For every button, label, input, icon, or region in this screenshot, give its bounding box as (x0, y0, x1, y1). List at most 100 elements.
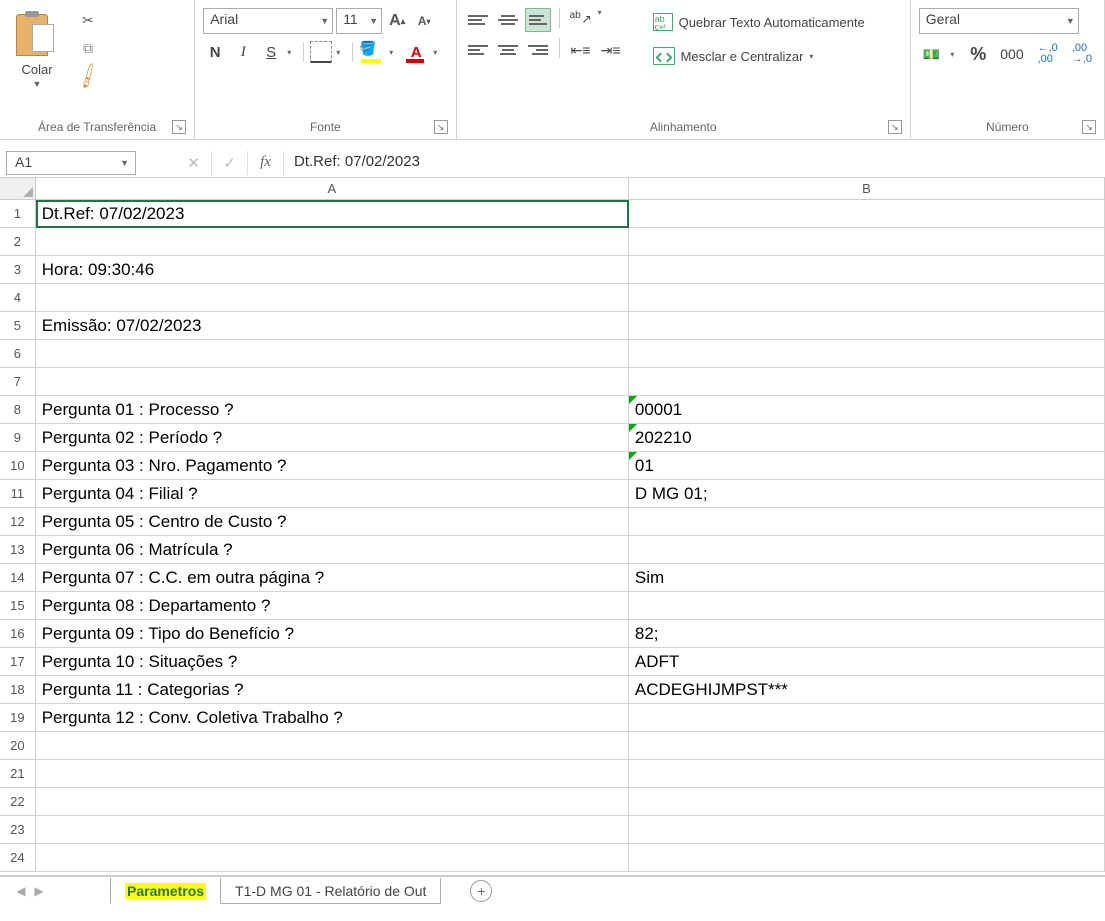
underline-dropdown[interactable]: ▾ (287, 48, 297, 57)
row-header[interactable]: 9 (0, 424, 36, 452)
border-dropdown[interactable]: ▾ (336, 48, 346, 57)
decrease-font-button[interactable]: A▾ (412, 8, 436, 34)
cell[interactable] (629, 508, 1105, 536)
increase-font-button[interactable]: A▴ (385, 8, 409, 34)
merge-dropdown[interactable]: ▾ (809, 52, 819, 61)
cell[interactable]: 202210 (629, 424, 1105, 452)
cell[interactable] (629, 844, 1105, 872)
cell[interactable]: Pergunta 06 : Matrícula ? (36, 536, 629, 564)
cell[interactable]: Sim (629, 564, 1105, 592)
accept-formula-button[interactable]: ✓ (212, 151, 248, 175)
orientation-button[interactable]: ab↗ (568, 8, 594, 32)
comma-style-button[interactable]: 000 (996, 42, 1027, 66)
row-header[interactable]: 23 (0, 816, 36, 844)
align-bottom-button[interactable] (525, 8, 551, 32)
cell[interactable] (629, 368, 1105, 396)
orientation-dropdown[interactable]: ▾ (598, 8, 608, 32)
row-header[interactable]: 3 (0, 256, 36, 284)
row-header[interactable]: 10 (0, 452, 36, 480)
row-header[interactable]: 11 (0, 480, 36, 508)
add-sheet-button[interactable]: + (470, 880, 492, 902)
font-name-select[interactable]: Arial▼ (203, 8, 333, 34)
select-all-corner[interactable] (0, 178, 36, 200)
align-right-button[interactable] (525, 38, 551, 62)
increase-indent-button[interactable]: ⇥≡ (598, 38, 624, 62)
row-header[interactable]: 5 (0, 312, 36, 340)
cell[interactable] (629, 340, 1105, 368)
alignment-dialog-launcher[interactable] (888, 120, 902, 134)
format-painter-button[interactable]: 🖌 (72, 60, 105, 93)
accounting-dropdown[interactable]: ▾ (950, 50, 960, 59)
cell[interactable]: ACDEGHIJMPST*** (629, 676, 1105, 704)
cell[interactable]: 00001 (629, 396, 1105, 424)
cell[interactable]: Pergunta 05 : Centro de Custo ? (36, 508, 629, 536)
cell[interactable]: Emissão: 07/02/2023 (36, 312, 629, 340)
row-header[interactable]: 19 (0, 704, 36, 732)
cell[interactable]: Pergunta 04 : Filial ? (36, 480, 629, 508)
fill-color-dropdown[interactable]: ▾ (389, 48, 399, 57)
increase-decimal-button[interactable]: ,00→,0 (1068, 42, 1096, 66)
cell[interactable]: Dt.Ref: 07/02/2023 (36, 200, 629, 228)
number-dialog-launcher[interactable] (1082, 120, 1096, 134)
cell[interactable]: Pergunta 12 : Conv. Coletiva Trabalho ? (36, 704, 629, 732)
italic-button[interactable]: I (231, 40, 255, 64)
cell[interactable] (36, 340, 629, 368)
cell[interactable] (36, 788, 629, 816)
copy-button[interactable]: ⧉ (76, 36, 100, 60)
underline-button[interactable]: S (259, 40, 283, 64)
cell[interactable]: Pergunta 07 : C.C. em outra página ? (36, 564, 629, 592)
row-header[interactable]: 8 (0, 396, 36, 424)
paste-button[interactable]: Colar ▼ (8, 8, 66, 91)
row-header[interactable]: 16 (0, 620, 36, 648)
cell[interactable] (36, 228, 629, 256)
cell[interactable] (36, 732, 629, 760)
column-header-B[interactable]: B (629, 178, 1105, 200)
cell[interactable]: ADFT (629, 648, 1105, 676)
cut-button[interactable]: ✂ (76, 8, 100, 32)
cell[interactable] (36, 368, 629, 396)
cell[interactable] (629, 592, 1105, 620)
cell[interactable]: 01 (629, 452, 1105, 480)
font-color-dropdown[interactable]: ▾ (433, 48, 443, 57)
row-header[interactable]: 4 (0, 284, 36, 312)
sheet-tab-relatorio[interactable]: T1-D MG 01 - Relatório de Out (220, 878, 441, 904)
align-center-button[interactable] (495, 38, 521, 62)
row-header[interactable]: 7 (0, 368, 36, 396)
cell[interactable]: Hora: 09:30:46 (36, 256, 629, 284)
cell[interactable] (629, 256, 1105, 284)
percent-button[interactable]: % (966, 42, 990, 66)
cell[interactable]: Pergunta 02 : Período ? (36, 424, 629, 452)
bold-button[interactable]: N (203, 40, 227, 64)
cell[interactable] (629, 816, 1105, 844)
accounting-format-button[interactable]: 💵 (919, 42, 944, 66)
row-header[interactable]: 14 (0, 564, 36, 592)
cell[interactable]: 82; (629, 620, 1105, 648)
decrease-indent-button[interactable]: ⇤≡ (568, 38, 594, 62)
cell[interactable]: Pergunta 01 : Processo ? (36, 396, 629, 424)
cell[interactable] (36, 816, 629, 844)
cell[interactable] (629, 228, 1105, 256)
row-header[interactable]: 24 (0, 844, 36, 872)
border-button[interactable] (310, 41, 332, 63)
cell[interactable] (629, 536, 1105, 564)
formula-input[interactable]: Dt.Ref: 07/02/2023 (284, 151, 1105, 175)
row-header[interactable]: 1 (0, 200, 36, 228)
row-header[interactable]: 17 (0, 648, 36, 676)
cell[interactable] (36, 760, 629, 788)
number-format-select[interactable]: Geral▼ (919, 8, 1079, 34)
merge-center-button[interactable]: Mesclar e Centralizar ▾ (649, 42, 902, 70)
cell[interactable] (629, 200, 1105, 228)
row-header[interactable]: 18 (0, 676, 36, 704)
cell[interactable] (36, 284, 629, 312)
cell[interactable]: Pergunta 10 : Situações ? (36, 648, 629, 676)
row-header[interactable]: 15 (0, 592, 36, 620)
row-header[interactable]: 21 (0, 760, 36, 788)
row-header[interactable]: 12 (0, 508, 36, 536)
cell[interactable]: Pergunta 08 : Departamento ? (36, 592, 629, 620)
cancel-formula-button[interactable]: ✕ (176, 151, 212, 175)
align-top-button[interactable] (465, 8, 491, 32)
column-header-A[interactable]: A (36, 178, 629, 200)
cell[interactable] (629, 760, 1105, 788)
clipboard-dialog-launcher[interactable] (172, 120, 186, 134)
wrap-text-button[interactable]: abc↵ Quebrar Texto Automaticamente (649, 8, 902, 36)
